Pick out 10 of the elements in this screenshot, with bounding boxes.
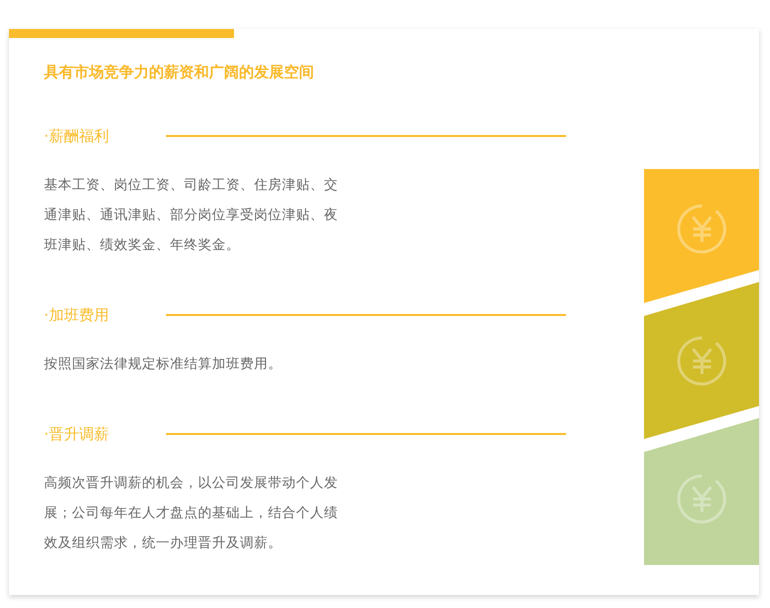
subsection-heading: ·晋升调薪: [44, 424, 110, 444]
paragraph: 按照国家法律规定标准结算加班费用。: [44, 355, 283, 374]
section-title: 具有市场竞争力的薪资和广阔的发展空间: [44, 62, 315, 82]
yen-coin-icon: [677, 336, 726, 386]
subsection-heading: ·薪酬福利: [44, 126, 110, 146]
yen-coin-icon: [677, 474, 726, 524]
subsection-heading: ·加班费用: [44, 306, 110, 324]
yen-coin-icon: [677, 204, 726, 254]
paragraph: 基本工资、岗位工资、司龄工资、住房津贴、交 通津贴、通讯津贴、部分岗位享受岗位津贴、夜 班津贴、绩效奖金、年终奖金。: [44, 176, 339, 255]
paragraph: 高频次晋升调薪的机会，以公司发展带动个人发 展；公司每年在人才盘点的基础上，结合个人绩 效及组织需求，统一办理晋升及调薪。: [44, 474, 339, 553]
